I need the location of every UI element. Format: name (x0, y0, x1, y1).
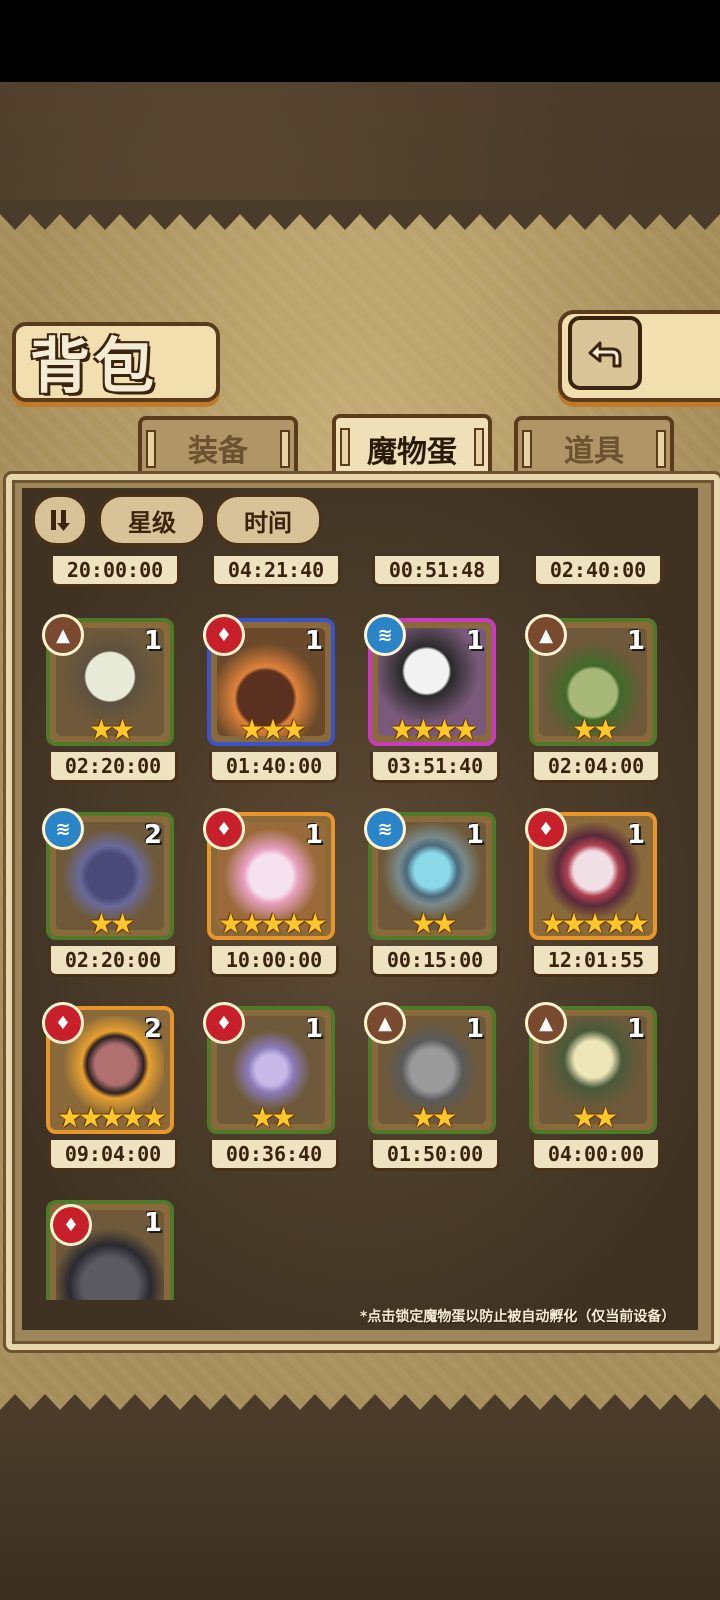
star-rating: ★★★ (239, 713, 306, 746)
tab-equipment-label: 装备 (188, 434, 248, 469)
egg-timer: 00:15:00 (370, 946, 500, 977)
egg-timer: 01:40:00 (209, 752, 339, 783)
sort-by-stars-button[interactable]: 星级 (98, 494, 206, 546)
tab-equipment[interactable]: 装备 (138, 416, 298, 476)
earth-element-icon: ▲ (364, 1002, 406, 1044)
egg-count: 1 (626, 1014, 645, 1044)
star-rating: ★★★★★ (540, 907, 650, 940)
egg-count: 1 (304, 820, 323, 850)
egg-card[interactable]: ≋ 1 ★★★★ (364, 614, 496, 746)
sort-by-stars-label: 星级 (128, 508, 176, 537)
egg-timer: 03:51:40 (370, 752, 500, 783)
fire-element-icon: ♦ (203, 614, 245, 656)
panel-zigzag-top (0, 200, 720, 230)
fire-element-icon: ♦ (525, 808, 567, 850)
egg-count: 1 (465, 820, 484, 850)
egg-card[interactable]: ♦ 1 ★★★★★ (203, 808, 335, 940)
egg-card[interactable]: ♦ 1 ★★★ (203, 614, 335, 746)
egg-timer: 09:04:00 (48, 1140, 178, 1171)
egg-timer: 00:36:40 (209, 1140, 339, 1171)
egg-card[interactable]: ♦ 1 ★★ (203, 1002, 335, 1134)
egg-timer: 10:00:00 (209, 946, 339, 977)
egg-timer: 02:04:00 (531, 752, 661, 783)
lock-hint-text: *点击锁定魔物蛋以防止被自动孵化（仅当前设备） (360, 1309, 676, 1325)
earth-element-icon: ▲ (525, 1002, 567, 1044)
egg-timer: 02:20:00 (48, 946, 178, 977)
egg-count: 2 (143, 820, 162, 850)
egg-timer: 04:00:00 (531, 1140, 661, 1171)
fire-element-icon: ♦ (50, 1204, 92, 1246)
fire-element-icon: ♦ (203, 1002, 245, 1044)
sort-by-time-button[interactable]: 时间 (214, 494, 322, 546)
egg-timer: 01:50:00 (370, 1140, 500, 1171)
egg-count: 1 (626, 820, 645, 850)
star-rating: ★★★★★ (218, 907, 328, 940)
egg-count: 1 (304, 626, 323, 656)
egg-timer: 12:01:55 (531, 946, 661, 977)
egg-timer: 02:20:00 (48, 752, 178, 783)
star-rating: ★★ (571, 713, 618, 746)
star-rating: ★★ (88, 713, 135, 746)
egg-timer: 04:21:40 (211, 556, 341, 587)
egg-card[interactable]: ♦ 1 (46, 1200, 174, 1300)
egg-count: 2 (143, 1014, 162, 1044)
star-rating: ★★ (410, 907, 457, 940)
egg-count: 1 (304, 1014, 323, 1044)
fire-element-icon: ♦ (203, 808, 245, 850)
egg-card[interactable]: ▲ 1 ★★ (364, 1002, 496, 1134)
tab-monster-eggs[interactable]: 魔物蛋 (332, 414, 492, 480)
sort-order-button[interactable] (32, 494, 88, 546)
egg-card[interactable]: ♦ 2 ★★★★★ (42, 1002, 174, 1134)
earth-element-icon: ▲ (525, 614, 567, 656)
star-rating: ★★★★★ (57, 1101, 167, 1134)
star-rating: ★★ (88, 907, 135, 940)
egg-card-clip: ♦ 1 (40, 1196, 190, 1300)
egg-timer: 00:51:48 (372, 556, 502, 587)
back-button[interactable] (568, 316, 642, 390)
water-element-icon: ≋ (364, 808, 406, 850)
egg-count: 1 (143, 1208, 162, 1238)
egg-count: 1 (626, 626, 645, 656)
tab-items-label: 道具 (564, 434, 624, 469)
status-bar (0, 0, 720, 82)
egg-card[interactable]: ≋ 1 ★★ (364, 808, 496, 940)
star-rating: ★★★★ (389, 713, 478, 746)
sort-toggle-icon (51, 510, 70, 531)
bottom-map-background (0, 1424, 720, 1600)
egg-timer: 02:40:00 (533, 556, 663, 587)
earth-element-icon: ▲ (42, 614, 84, 656)
water-element-icon: ≋ (364, 614, 406, 656)
star-rating: ★★ (410, 1101, 457, 1134)
egg-count: 1 (465, 626, 484, 656)
star-rating: ★★ (249, 1101, 296, 1134)
egg-card[interactable]: ≋ 2 ★★ (42, 808, 174, 940)
fire-element-icon: ♦ (42, 1002, 84, 1044)
egg-card[interactable]: ▲ 1 ★★ (525, 614, 657, 746)
egg-count: 1 (143, 626, 162, 656)
back-arrow-icon (588, 341, 622, 368)
egg-card[interactable]: ♦ 1 ★★★★★ (525, 808, 657, 940)
egg-count: 1 (465, 1014, 484, 1044)
tab-monster-eggs-label: 魔物蛋 (367, 435, 457, 470)
egg-card[interactable]: ▲ 1 ★★ (42, 614, 174, 746)
water-element-icon: ≋ (42, 808, 84, 850)
star-rating: ★★ (571, 1101, 618, 1134)
egg-timer: 20:00:00 (50, 556, 180, 587)
sort-by-time-label: 时间 (244, 508, 292, 537)
panel-zigzag-bottom (0, 1394, 720, 1424)
tab-items[interactable]: 道具 (514, 416, 674, 476)
egg-card[interactable]: ▲ 1 ★★ (525, 1002, 657, 1134)
page-title: 背包 (30, 332, 158, 402)
